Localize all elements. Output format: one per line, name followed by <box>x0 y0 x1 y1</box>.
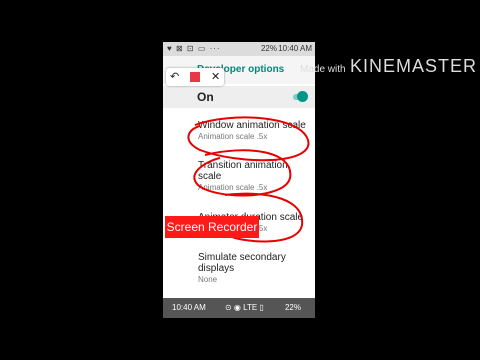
kinemaster-watermark: Made with KINEMASTER <box>300 56 477 77</box>
red-annotation-scribble <box>187 116 310 243</box>
scribble-loop-2 <box>193 149 292 197</box>
watermark-brand: KINEMASTER <box>350 56 478 76</box>
screen-recorder-label: Screen Recorder <box>165 216 259 238</box>
watermark-prefix: Made with <box>300 64 346 75</box>
